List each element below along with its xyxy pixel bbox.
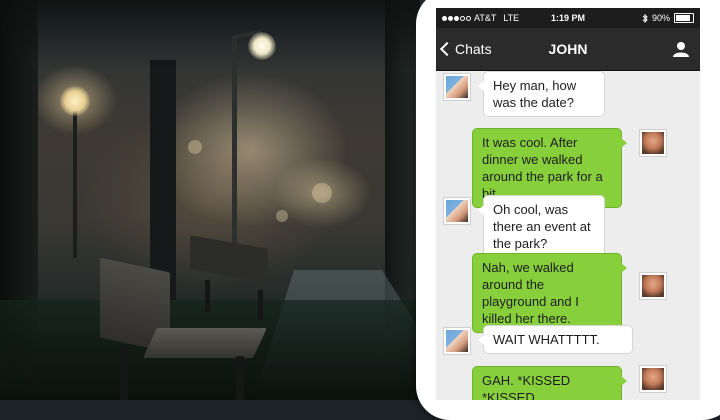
bench-leg (120, 345, 128, 400)
chat-screen: AT&T LTE 1:19 PM 90% Chats JOHN Hey man,… (436, 8, 700, 400)
battery-icon (674, 13, 694, 23)
message-bubble-incoming[interactable]: WAIT WHATTTTT. (478, 325, 633, 354)
lamp-post (232, 40, 237, 270)
nav-bar: Chats JOHN (436, 28, 700, 71)
my-avatar (640, 130, 666, 156)
contact-avatar (444, 74, 470, 100)
lamp-light (60, 86, 90, 116)
contact-avatar (444, 198, 470, 224)
chat-title: JOHN (548, 41, 588, 57)
near-bench-seat (143, 328, 267, 358)
status-bar: AT&T LTE 1:19 PM 90% (436, 8, 700, 28)
message-bubble-outgoing[interactable]: Nah, we walked around the playground and… (472, 253, 627, 333)
tree-trunk (150, 60, 176, 300)
message-bubble-incoming[interactable]: Hey man, how was the date? (478, 71, 605, 117)
bench-leg (236, 356, 244, 400)
bluetooth-icon (642, 13, 648, 23)
battery-percent: 90% (651, 13, 670, 23)
message-bubble-incoming[interactable]: Oh cool, was there an event at the park? (478, 195, 605, 258)
contact-avatar (444, 328, 470, 354)
bench-leg (205, 280, 210, 312)
lamp-post (73, 108, 77, 258)
my-avatar (640, 366, 666, 392)
bench-leg (258, 290, 263, 320)
bokeh-light (276, 210, 288, 222)
tree-canopy (0, 0, 420, 70)
status-right: 90% (642, 13, 694, 23)
my-avatar (640, 273, 666, 299)
message-bubble-outgoing[interactable]: GAH. *KISSED *KISSED (472, 366, 627, 400)
person-icon[interactable] (672, 40, 690, 58)
bokeh-light (312, 183, 332, 203)
bokeh-light (188, 140, 202, 154)
far-bench (190, 235, 268, 283)
lamp-light (248, 32, 276, 60)
